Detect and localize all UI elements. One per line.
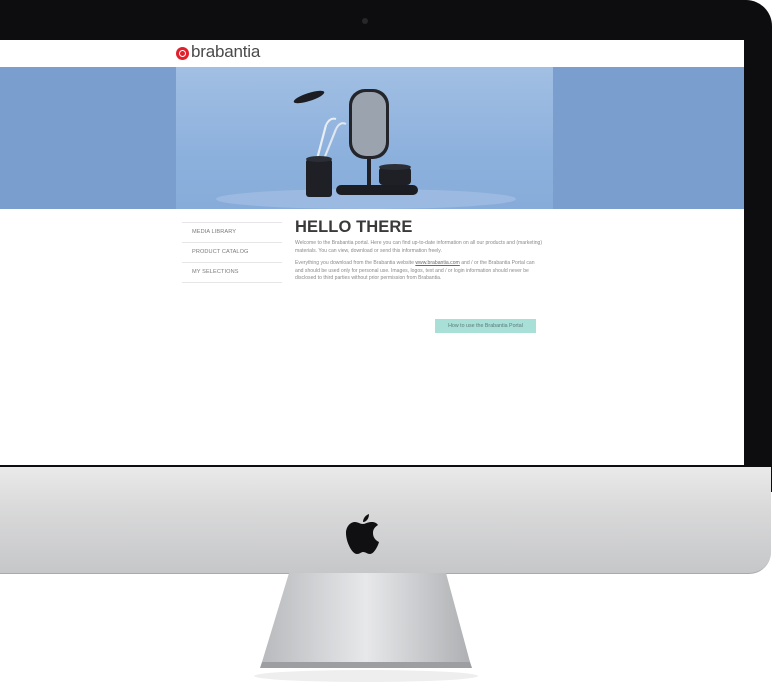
sidebar-nav: MEDIA LIBRARY PRODUCT CATALOG MY SELECTI… — [182, 222, 282, 283]
brand-mark-icon — [176, 46, 189, 60]
apple-logo-icon — [346, 514, 379, 554]
browser-screen: brabantia MEDIA LIBRARY PRODUCT CATALOG … — [0, 40, 744, 465]
page-title: HELLO THERE — [295, 218, 413, 236]
hero-image — [176, 67, 553, 209]
hero-product-illustration — [216, 89, 516, 209]
usage-notice: Everything you download from the Brabant… — [295, 260, 543, 283]
welcome-content: HELLO THERE Welcome to the Brabantia por… — [295, 218, 543, 333]
brabantia-website-link[interactable]: www.brabantia.com — [415, 260, 459, 266]
nav-item-my-selections[interactable]: MY SELECTIONS — [182, 263, 282, 283]
camera-dot — [362, 18, 368, 24]
intro-text: Welcome to the Brabantia portal. Here yo… — [295, 240, 543, 254]
portal-help-button[interactable]: How to use the Brabantia Portal — [435, 319, 536, 333]
brand-logo-text: brabantia — [191, 42, 261, 61]
hero-banner — [0, 67, 744, 209]
usage-notice-start: Everything you download from the Brabant… — [295, 260, 416, 267]
monitor-chin — [0, 467, 771, 574]
monitor-scene: brabantia MEDIA LIBRARY PRODUCT CATALOG … — [0, 0, 772, 691]
site-header: brabantia — [0, 40, 744, 67]
brand-logo[interactable]: brabantia — [176, 42, 260, 62]
nav-item-media-library[interactable]: MEDIA LIBRARY — [182, 222, 282, 243]
nav-item-product-catalog[interactable]: PRODUCT CATALOG — [182, 243, 282, 263]
